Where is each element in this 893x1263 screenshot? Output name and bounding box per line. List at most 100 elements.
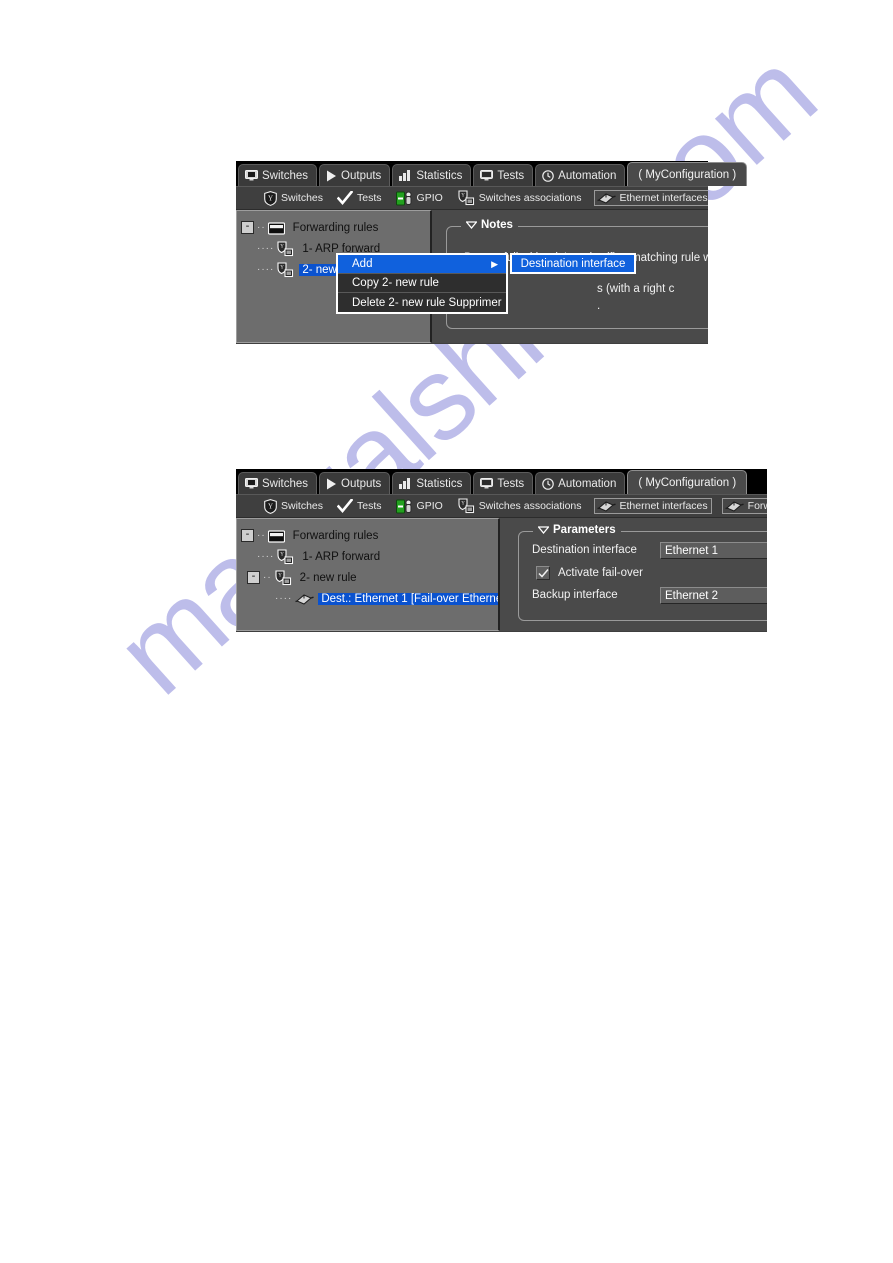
toolbar-item-ethernet-interfaces[interactable]: Ethernet interfaces — [593, 190, 708, 206]
toolbar-item-switches[interactable]: Y Switches — [262, 190, 325, 207]
svg-text:Y: Y — [268, 502, 273, 510]
toolbar-item-label: Forwarding — [747, 500, 767, 512]
play-triangle-icon — [326, 170, 337, 182]
menu-item-copy[interactable]: Copy 2- new rule — [338, 274, 506, 293]
tree-connector: ·· — [263, 572, 272, 583]
backup-interface-combo[interactable]: Ethernet 2 — [660, 587, 767, 604]
gpio-icon — [395, 191, 413, 206]
tree-node-root[interactable]: - ·· Forwarding rules — [241, 525, 498, 546]
rule-icon: Y — [276, 548, 294, 565]
tab-tests[interactable]: Tests — [473, 164, 534, 186]
tree-node-root[interactable]: - ·· Forwarding rules — [241, 217, 430, 238]
toolbar-item-tests[interactable]: Tests — [335, 190, 384, 207]
toolbar-item-forwarding[interactable]: Forwarding — [721, 498, 767, 514]
tab-statistics[interactable]: Statistics — [392, 472, 472, 494]
tree-node-destination[interactable]: ···· Dest.: Ethernet 1 [Fail-over Ethern… — [241, 588, 498, 609]
bar-chart-icon — [399, 478, 412, 489]
toolbar-item-label: Switches associations — [478, 500, 582, 512]
context-menu[interactable]: Add ▶ Copy 2- new rule Delete 2- new rul… — [336, 253, 508, 314]
tab-label: Tests — [497, 477, 525, 490]
gpio-icon — [395, 499, 413, 514]
svg-text:Y: Y — [278, 573, 282, 578]
tree-node-new-rule[interactable]: - ·· Y 2- new rule — [241, 567, 498, 588]
tree-node-label: Forwarding rules — [292, 529, 379, 542]
menu-item-label: Copy 2- new rule — [352, 277, 439, 289]
chevron-down-icon — [538, 526, 549, 534]
activate-failover-checkbox[interactable] — [536, 566, 550, 580]
screen-icon — [480, 170, 494, 181]
svg-text:Y: Y — [281, 552, 285, 557]
rule-icon: Y — [276, 240, 294, 257]
tab-automation[interactable]: Automation — [535, 472, 626, 494]
toolbar-item-ethernet-interfaces[interactable]: Ethernet interfaces — [593, 498, 712, 514]
checkmark-icon — [337, 190, 354, 206]
expander-toggle[interactable]: - — [241, 529, 254, 542]
menu-item-label: Delete 2- new rule Supprimer — [352, 296, 502, 309]
tab-label: ( MyConfiguration ) — [638, 476, 737, 489]
toolbar-item-switches-associations[interactable]: Y Switches associations — [455, 189, 584, 207]
toolbar-item-label: Ethernet interfaces — [619, 500, 708, 512]
clock-icon — [542, 477, 554, 490]
figure1-toolbar: Y Switches Tests GPIO Y Switches associa… — [236, 186, 708, 210]
switch-assoc-icon: Y — [457, 498, 475, 514]
expander-toggle[interactable]: - — [241, 221, 254, 234]
screen-icon — [480, 478, 494, 489]
tree-connector: ···· — [275, 593, 293, 604]
ethernet-icon — [596, 191, 616, 205]
figure2-parameters-pane: Parameters Destination interface Etherne… — [500, 518, 767, 631]
toolbar-item-tests[interactable]: Tests — [335, 498, 384, 515]
screenshot-figure-1: Switches Outputs Statistics Tests Automa… — [236, 161, 748, 344]
tab-label: Switches — [262, 477, 309, 490]
tab-outputs[interactable]: Outputs — [319, 164, 391, 186]
tab-label: Tests — [497, 169, 525, 182]
context-submenu[interactable]: Destination interface — [510, 253, 636, 274]
ethernet-icon — [724, 499, 744, 513]
menu-item-delete[interactable]: Delete 2- new rule Supprimer — [338, 293, 506, 312]
screenshot-figure-2: Switches Outputs Statistics Tests Automa… — [236, 469, 767, 632]
menu-item-label: Add — [352, 258, 373, 270]
toolbar-item-switches[interactable]: Y Switches — [262, 498, 325, 515]
tree-connector: ·· — [257, 222, 266, 233]
svg-text:Y: Y — [461, 502, 465, 507]
tab-outputs[interactable]: Outputs — [319, 472, 391, 494]
tree-node-arp-forward[interactable]: ···· Y 1- ARP forward — [241, 546, 498, 567]
destination-interface-row: Destination interface — [532, 544, 637, 556]
tab-statistics[interactable]: Statistics — [392, 164, 472, 186]
tab-label: ( MyConfiguration ) — [638, 168, 737, 181]
monitor-icon — [245, 170, 258, 181]
tab-label: Statistics — [416, 169, 463, 182]
tree-connector: ···· — [257, 551, 275, 562]
tree-connector: ·· — [257, 530, 266, 541]
toolbar-item-label: Switches associations — [478, 192, 582, 204]
clock-icon — [542, 169, 554, 182]
monitor-icon — [245, 478, 258, 489]
figure1-tabstrip: Switches Outputs Statistics Tests Automa… — [236, 161, 748, 186]
tab-tests[interactable]: Tests — [473, 472, 534, 494]
tree-connector: ···· — [257, 243, 275, 254]
toolbar-item-label: Tests — [357, 500, 382, 512]
tab-switches[interactable]: Switches — [238, 164, 318, 186]
figure2-body: - ·· Forwarding rules ···· Y 1- ARP forwa… — [236, 518, 767, 631]
tab-label: Statistics — [416, 477, 463, 490]
rule-icon: Y — [274, 569, 292, 586]
notes-line-2: s (with a right c — [597, 283, 675, 295]
tab-myconfiguration[interactable]: ( MyConfiguration ) — [627, 470, 748, 494]
destination-interface-combo[interactable]: Ethernet 1 — [660, 542, 767, 559]
tree-node-label: Dest.: Ethernet 1 [Fail-over Ethernet 2] — [318, 592, 498, 605]
submenu-item-destination-interface[interactable]: Destination interface — [512, 255, 634, 272]
toolbar-item-label: GPIO — [416, 192, 443, 204]
tab-switches[interactable]: Switches — [238, 472, 318, 494]
menu-item-add[interactable]: Add ▶ — [338, 255, 506, 274]
toolbar-item-gpio[interactable]: GPIO — [394, 498, 445, 515]
activate-failover-row[interactable]: Activate fail-over — [536, 566, 643, 580]
figure1-body: - ·· Forwarding rules ···· Y 1- ARP forwa… — [236, 210, 708, 343]
tab-myconfiguration[interactable]: ( MyConfiguration ) — [627, 162, 748, 186]
figure2-tree-panel[interactable]: - ·· Forwarding rules ···· Y 1- ARP forwa… — [236, 518, 500, 631]
expander-toggle[interactable]: - — [247, 571, 260, 584]
toolbar-item-gpio[interactable]: GPIO — [394, 190, 445, 207]
backup-interface-value: Ethernet 2 — [665, 589, 719, 602]
bar-chart-icon — [399, 170, 412, 181]
toolbar-item-switches-associations[interactable]: Y Switches associations — [455, 497, 584, 515]
shield-icon: Y — [264, 190, 277, 206]
tab-automation[interactable]: Automation — [535, 164, 626, 186]
